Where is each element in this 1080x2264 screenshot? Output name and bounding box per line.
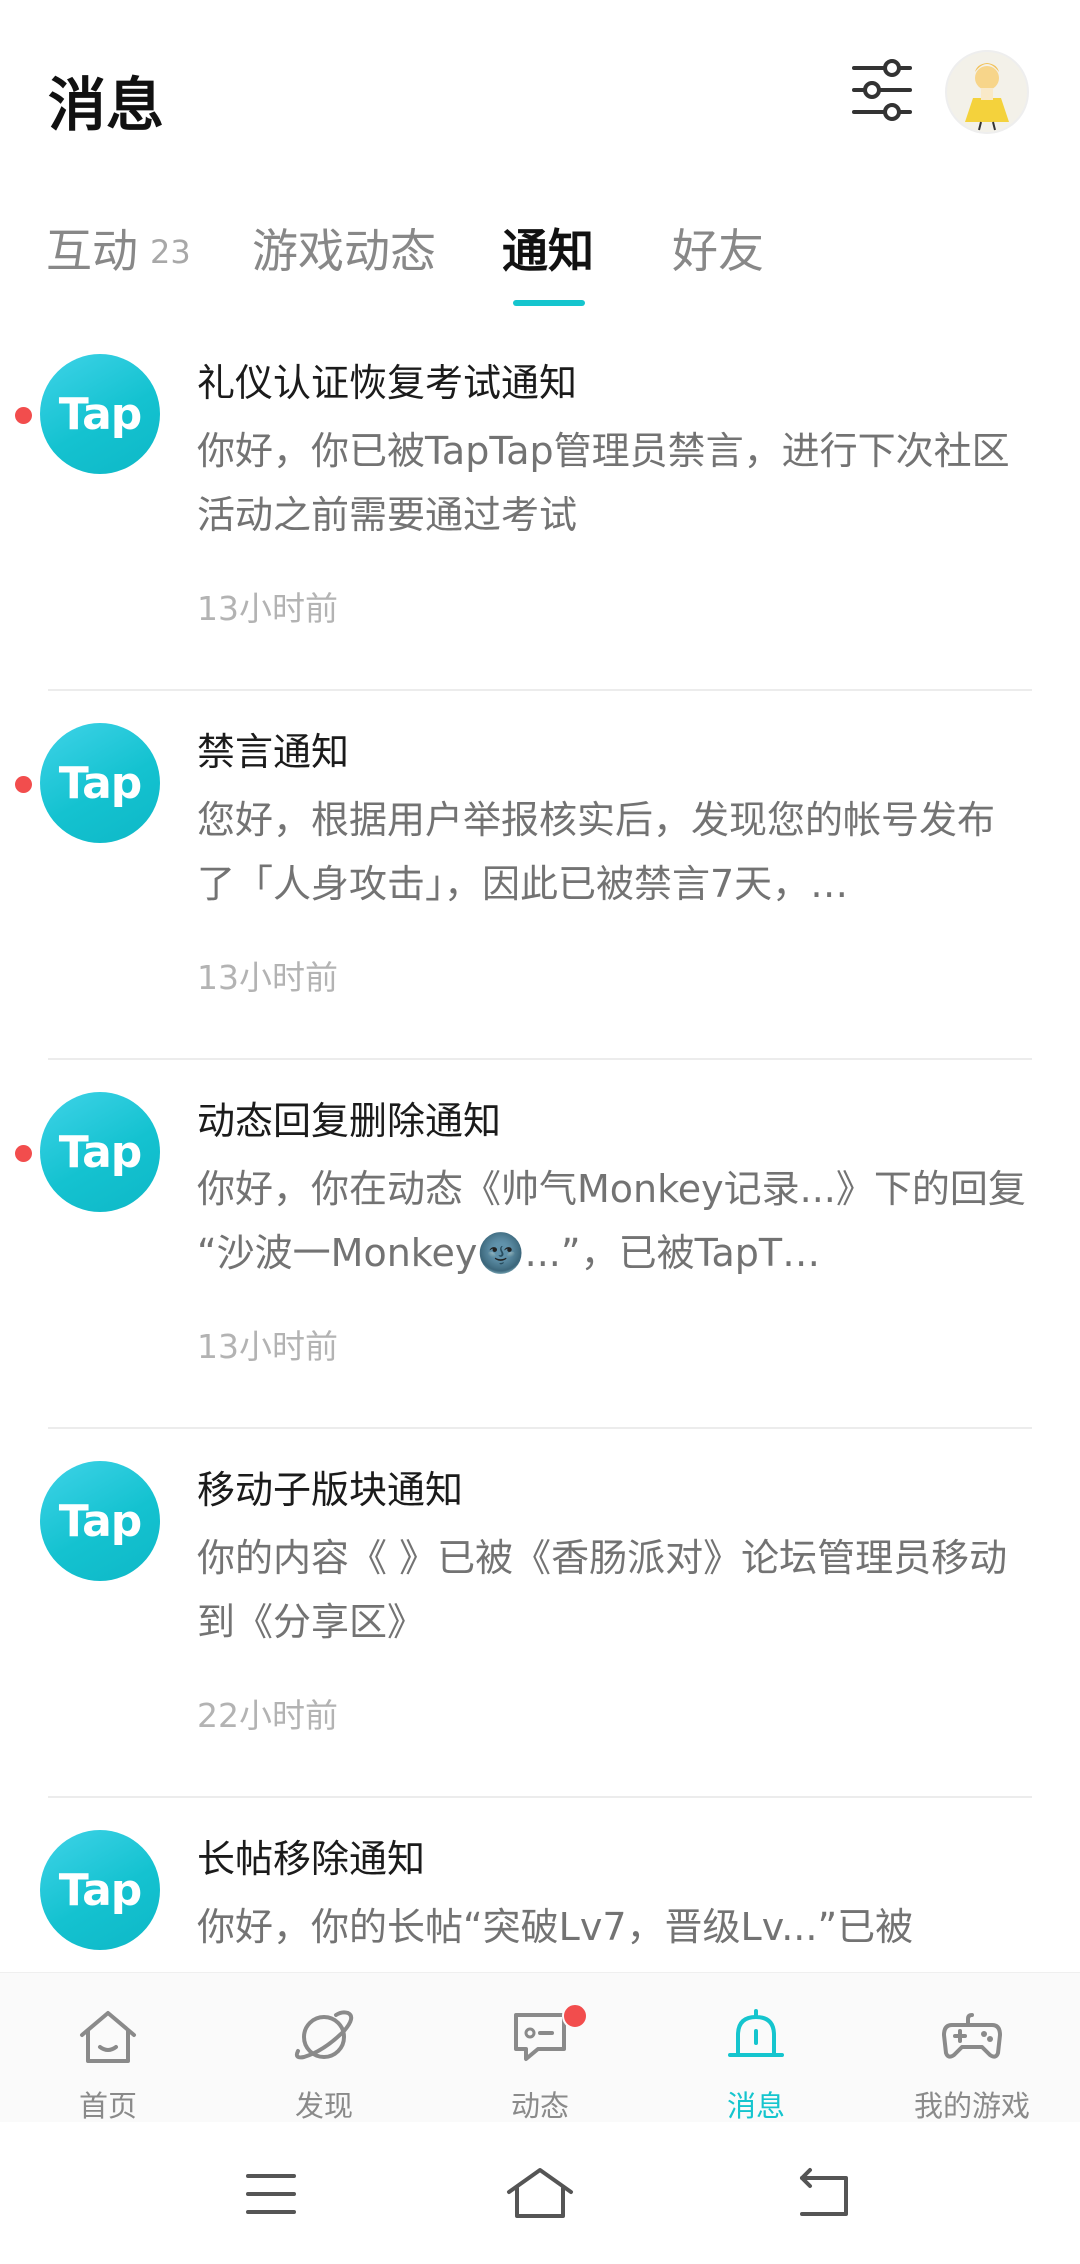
tab-label: 游戏动态 bbox=[252, 224, 436, 278]
notification-body: 你好，你已被TapTap管理员禁言，进行下次社区活动之前需要通过考试 bbox=[197, 429, 1010, 537]
notification-item[interactable]: Tap 礼仪认证恢复考试通知 你好，你已被TapTap管理员禁言，进行下次社区活… bbox=[0, 322, 1080, 691]
tab-count-badge: 23 bbox=[150, 233, 191, 271]
notification-body: 您好，根据用户举报核实后，发现您的帐号发布了「人身攻击」，因此已被禁言7天，… bbox=[197, 798, 996, 906]
unread-badge bbox=[562, 2003, 588, 2029]
notification-time: 13小时前 bbox=[197, 1327, 338, 1366]
filter-settings-icon[interactable] bbox=[850, 58, 914, 122]
notification-item[interactable]: Tap 长帖移除通知 你好，你的长帖“突破Lv7，晋级Lv...”已被 bbox=[0, 1798, 1080, 1972]
bottom-nav: 首页 发现 动态 消息 我的游戏 bbox=[0, 1972, 1080, 2123]
active-tab-indicator bbox=[513, 300, 585, 306]
notification-time: 13小时前 bbox=[197, 958, 338, 997]
notification-title: 长帖移除通知 bbox=[197, 1837, 426, 1881]
header: 消息 bbox=[0, 0, 1080, 180]
notification-body: 你的内容《 》已被《香肠派对》论坛管理员移动到《分享区》 bbox=[197, 1536, 1008, 1644]
nav-messages[interactable]: 消息 bbox=[648, 1973, 864, 2123]
tab-label: 通知 bbox=[502, 224, 594, 278]
nav-label: 动态 bbox=[510, 2089, 569, 2123]
bell-icon bbox=[728, 2009, 784, 2057]
tab-interaction[interactable]: 互动 23 bbox=[46, 215, 191, 281]
notification-title: 礼仪认证恢复考试通知 bbox=[197, 361, 578, 405]
system-nav-bar bbox=[0, 2122, 1080, 2264]
avatar[interactable] bbox=[945, 50, 1029, 134]
nav-home[interactable]: 首页 bbox=[0, 1973, 216, 2123]
unread-dot bbox=[15, 407, 32, 424]
notification-title: 禁言通知 bbox=[197, 730, 350, 774]
nav-my-games[interactable]: 我的游戏 bbox=[864, 1973, 1080, 2123]
taptap-logo-icon: Tap bbox=[40, 354, 160, 474]
nav-label: 首页 bbox=[78, 2089, 137, 2123]
notification-item[interactable]: Tap 动态回复删除通知 你好，你在动态《帅气Monkey记录...》下的回复 … bbox=[0, 1060, 1080, 1429]
planet-icon bbox=[294, 2010, 354, 2060]
taptap-logo-icon: Tap bbox=[40, 1830, 160, 1950]
nav-label: 消息 bbox=[726, 2089, 785, 2123]
taptap-logo-icon: Tap bbox=[40, 1461, 160, 1581]
notification-item[interactable]: Tap 移动子版块通知 你的内容《 》已被《香肠派对》论坛管理员移动到《分享区》… bbox=[0, 1429, 1080, 1798]
nav-discover[interactable]: 发现 bbox=[216, 1973, 432, 2123]
avatar-image bbox=[965, 63, 1009, 131]
home-button-icon[interactable] bbox=[505, 2164, 575, 2224]
unread-dot bbox=[15, 1145, 32, 1162]
back-icon[interactable] bbox=[790, 2164, 860, 2224]
taptap-logo-icon: Tap bbox=[40, 1092, 160, 1212]
notification-item[interactable]: Tap 禁言通知 您好，根据用户举报核实后，发现您的帐号发布了「人身攻击」，因此… bbox=[0, 691, 1080, 1060]
nav-feed[interactable]: 动态 bbox=[432, 1973, 648, 2123]
notification-title: 动态回复删除通知 bbox=[197, 1099, 502, 1143]
tab-label: 互动 bbox=[46, 224, 138, 278]
notification-body: 你好，你的长帖“突破Lv7，晋级Lv...”已被 bbox=[197, 1905, 914, 1949]
notification-time: 22小时前 bbox=[197, 1696, 338, 1735]
notification-body: 你好，你在动态《帅气Monkey记录...》下的回复 “沙波一Monkey🌚..… bbox=[197, 1167, 1026, 1275]
notification-list: Tap 礼仪认证恢复考试通知 你好，你已被TapTap管理员禁言，进行下次社区活… bbox=[0, 322, 1080, 1972]
gamepad-icon bbox=[942, 2013, 1002, 2059]
notification-time: 13小时前 bbox=[197, 589, 338, 628]
unread-dot bbox=[15, 776, 32, 793]
tab-bar: 互动 23 游戏动态 通知 好友 bbox=[0, 200, 1080, 312]
page-title: 消息 bbox=[48, 71, 165, 139]
menu-icon[interactable] bbox=[236, 2164, 306, 2224]
tab-friends[interactable]: 好友 bbox=[672, 215, 764, 281]
notification-title: 移动子版块通知 bbox=[197, 1468, 464, 1512]
home-icon bbox=[80, 2011, 136, 2063]
tab-game-updates[interactable]: 游戏动态 bbox=[252, 215, 436, 281]
tab-notifications[interactable]: 通知 bbox=[502, 215, 594, 281]
taptap-logo-icon: Tap bbox=[40, 723, 160, 843]
nav-label: 发现 bbox=[294, 2089, 353, 2123]
nav-label: 我的游戏 bbox=[913, 2089, 1030, 2123]
tab-label: 好友 bbox=[672, 224, 764, 278]
